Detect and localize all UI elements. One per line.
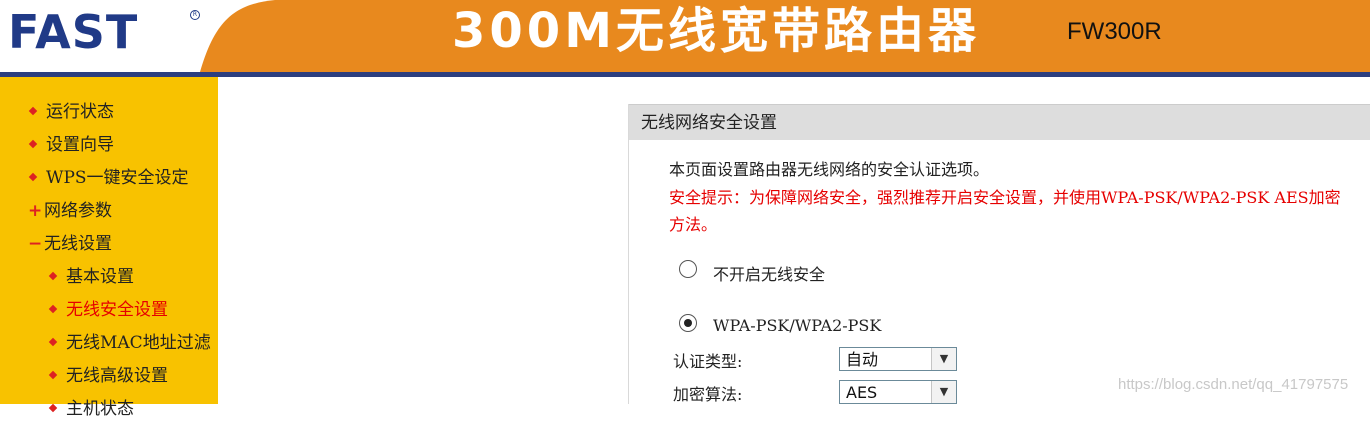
sidebar-item-status[interactable]: 运行状态	[28, 97, 114, 127]
sidebar-item-label: 网络参数	[44, 201, 112, 221]
bullet-icon	[48, 370, 58, 379]
sidebar-item-label: 无线安全设置	[66, 300, 168, 320]
auth-type-select[interactable]: 自动 ▼	[839, 347, 957, 371]
watermark: https://blog.csdn.net/qq_41797575	[1118, 376, 1349, 393]
security-warning: 安全提示：为保障网络安全，强烈推荐开启安全设置，并使用WPA-PSK/WPA2-…	[669, 188, 1341, 234]
expand-icon: +	[28, 201, 43, 221]
sidebar-item-label: 无线MAC地址过滤	[66, 333, 211, 353]
registered-mark-icon: R	[190, 10, 200, 20]
sidebar-item-label: 基本设置	[66, 267, 134, 287]
radio-no-security[interactable]	[679, 260, 697, 278]
chevron-down-icon: ▼	[931, 348, 956, 370]
bullet-icon	[48, 403, 58, 412]
sidebar-item-label: 无线设置	[44, 234, 112, 254]
sidebar-item-label: WPS一键安全设定	[46, 168, 189, 188]
encryption-select[interactable]: AES ▼	[839, 380, 957, 404]
panel-title: 无线网络安全设置	[629, 104, 1370, 140]
security-settings-panel: 无线网络安全设置 本页面设置路由器无线网络的安全认证选项。 安全提示：为保障网络…	[628, 104, 1370, 404]
option-no-security-label: 不开启无线安全	[713, 265, 826, 284]
bullet-icon	[48, 337, 58, 346]
product-title: 300M无线宽带路由器	[452, 3, 980, 59]
auth-type-value: 自动	[846, 350, 879, 369]
sidebar-item-basic-settings[interactable]: 基本设置	[48, 262, 134, 292]
bullet-icon	[28, 139, 38, 148]
sidebar-item-wps[interactable]: WPS一键安全设定	[28, 163, 189, 193]
model-name: FW300R	[1067, 18, 1162, 45]
bullet-icon	[48, 271, 58, 280]
sidebar-item-label: 运行状态	[46, 102, 114, 122]
sidebar-item-host-status[interactable]: 主机状态	[48, 394, 134, 424]
bullet-icon	[28, 172, 38, 181]
sidebar-item-wireless-security[interactable]: 无线安全设置	[48, 295, 168, 325]
sidebar-item-network[interactable]: + 网络参数	[28, 196, 112, 226]
sidebar-menu: 运行状态 设置向导 WPS一键安全设定 + 网络参数 − 无线设置 基本设置 无线安…	[0, 77, 218, 419]
option-wpa-psk-label: WPA-PSK/WPA2-PSK	[713, 316, 882, 335]
fast-logo: FAST	[8, 5, 139, 59]
chevron-down-icon: ▼	[931, 381, 956, 403]
encryption-value: AES	[846, 383, 878, 402]
sidebar-item-wizard[interactable]: 设置向导	[28, 130, 114, 160]
encryption-label: 加密算法:	[673, 385, 743, 404]
sidebar-item-label: 主机状态	[66, 399, 134, 419]
collapse-icon: −	[28, 234, 43, 254]
sidebar-item-advanced[interactable]: 无线高级设置	[48, 361, 168, 391]
bullet-icon	[48, 304, 58, 313]
sidebar-item-mac-filter[interactable]: 无线MAC地址过滤	[48, 328, 211, 358]
panel-description: 本页面设置路由器无线网络的安全认证选项。	[669, 160, 990, 179]
radio-wpa-psk[interactable]	[679, 314, 697, 332]
sidebar-item-wireless[interactable]: − 无线设置	[28, 229, 112, 259]
sidebar-item-label: 无线高级设置	[66, 366, 168, 386]
header-banner: FAST R 300M无线宽带路由器 FW300R	[0, 0, 1370, 77]
auth-type-label: 认证类型:	[673, 352, 743, 371]
sidebar-item-label: 设置向导	[46, 135, 114, 155]
bullet-icon	[28, 106, 38, 115]
